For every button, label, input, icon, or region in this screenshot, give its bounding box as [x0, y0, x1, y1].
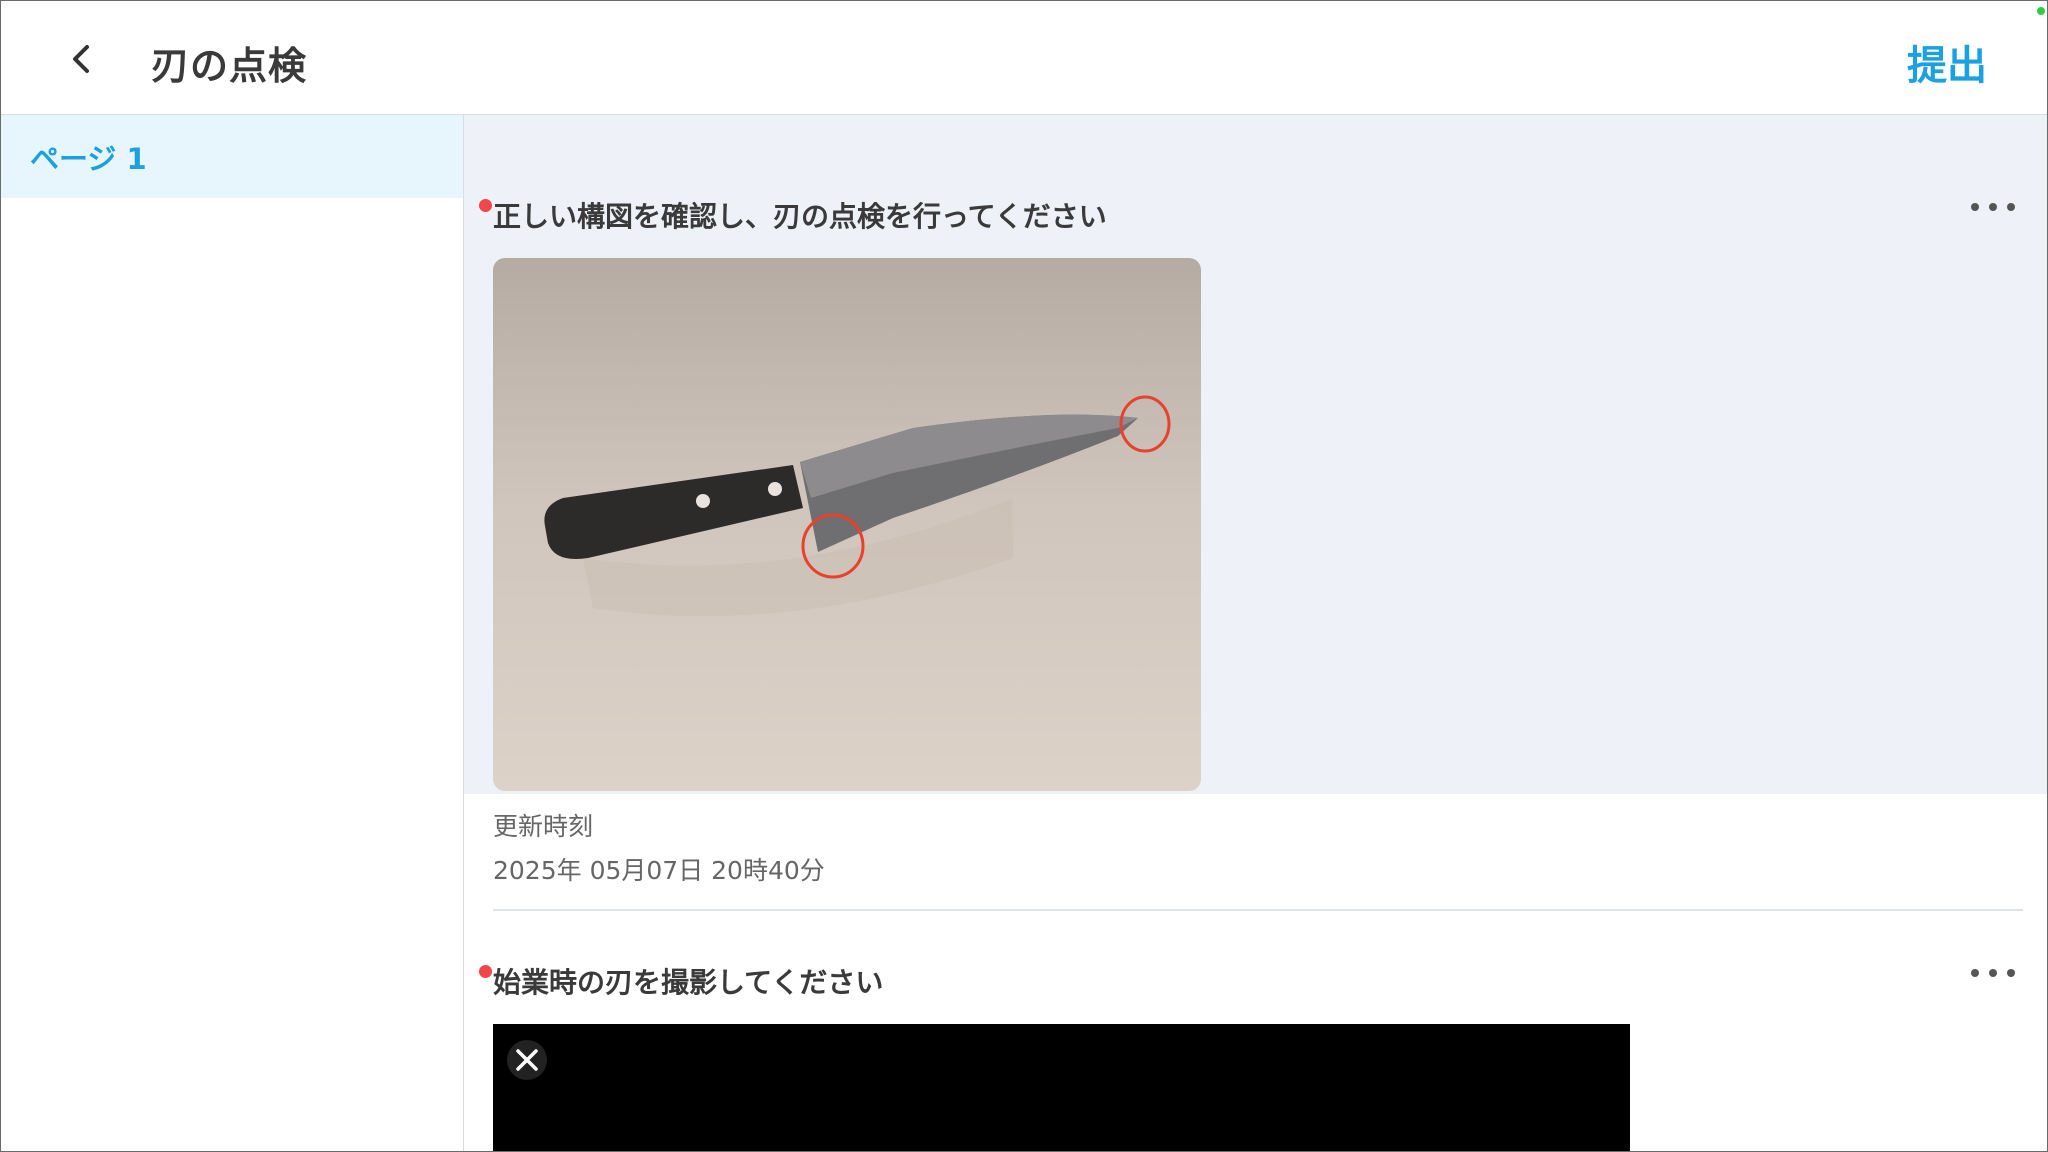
submit-button[interactable]: 提出	[1907, 33, 1987, 91]
sidebar-item-page-1[interactable]: ページ 1	[1, 115, 463, 198]
question-2: 始業時の刃を撮影してください	[479, 961, 2023, 1017]
more-dot-icon	[1989, 969, 1997, 977]
sidebar: ページ 1	[1, 115, 464, 1151]
question-header: 正しい構図を確認し、刃の点検を行ってください	[479, 195, 2023, 251]
question-1: 正しい構図を確認し、刃の点検を行ってください	[479, 195, 2023, 251]
status-indicator	[2037, 7, 2045, 15]
chevron-left-icon	[73, 45, 89, 73]
question-title: 始業時の刃を撮影してください	[493, 966, 884, 999]
app-window: 刃の点検 提出 ページ 1 正しい構図を確認し、刃の点検を行ってください 更新時…	[0, 0, 2048, 1152]
knife-photo[interactable]	[493, 258, 1201, 791]
updated-time-label: 更新時刻	[493, 812, 594, 841]
back-button[interactable]	[59, 31, 107, 85]
main-content: 正しい構図を確認し、刃の点検を行ってください 更新時刻 2025年 05月07日…	[464, 115, 2047, 1151]
required-indicator	[479, 199, 492, 212]
question-header: 始業時の刃を撮影してください	[479, 961, 2023, 1017]
required-indicator	[479, 965, 492, 978]
sidebar-item-label: ページ 1	[30, 141, 147, 176]
more-options-button[interactable]	[1971, 195, 2015, 219]
more-options-button[interactable]	[1971, 961, 2015, 985]
divider	[493, 909, 2023, 911]
more-dot-icon	[1989, 203, 1997, 211]
more-dot-icon	[1971, 969, 1979, 977]
top-bar: 刃の点検 提出	[1, 1, 2047, 115]
close-icon	[516, 1049, 538, 1071]
more-dot-icon	[2007, 969, 2015, 977]
more-dot-icon	[1971, 203, 1979, 211]
close-button[interactable]	[507, 1040, 547, 1080]
more-dot-icon	[2007, 203, 2015, 211]
camera-preview[interactable]	[493, 1024, 1630, 1151]
updated-time-value: 2025年 05月07日 20時40分	[493, 856, 825, 885]
knife-image	[544, 395, 1171, 617]
page-title: 刃の点検	[151, 44, 308, 88]
question-title: 正しい構図を確認し、刃の点検を行ってください	[493, 200, 1107, 233]
